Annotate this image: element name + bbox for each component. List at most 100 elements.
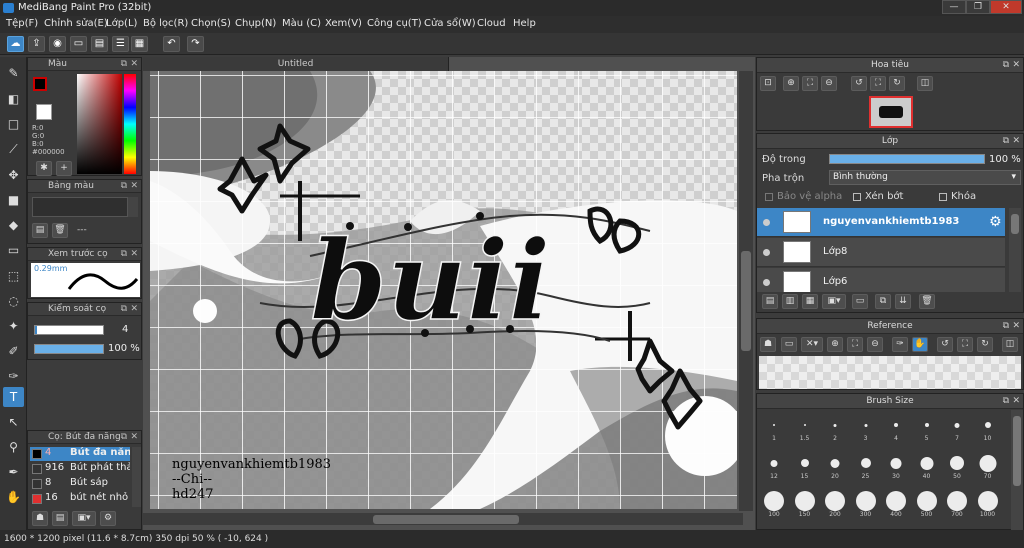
visibility-icon[interactable] xyxy=(763,279,770,286)
brush-size-option[interactable]: 400 xyxy=(881,488,911,518)
chat-icon[interactable]: ▭ xyxy=(70,36,87,52)
gear-icon[interactable]: ⚙ xyxy=(989,214,1002,230)
operation-tool-icon[interactable]: ↖ xyxy=(3,412,24,432)
maximize-button[interactable]: ❐ xyxy=(966,0,990,14)
brush-add-icon[interactable]: ☗ xyxy=(32,511,48,526)
flip-icon[interactable]: ◫ xyxy=(1002,337,1018,352)
palette-swatch-area[interactable] xyxy=(32,197,128,217)
fit-window-icon[interactable]: ⛶ xyxy=(870,76,886,91)
panel-float-icon[interactable]: ⧉ xyxy=(1003,319,1009,334)
panel-close-icon[interactable]: ✕ xyxy=(1012,58,1020,73)
zoom-in-icon[interactable]: ⊕ xyxy=(783,76,799,91)
select-pen-icon[interactable]: ✐ xyxy=(3,341,24,361)
dropper-icon[interactable]: ✑ xyxy=(892,337,908,352)
rotate-left-icon[interactable]: ↺ xyxy=(937,337,953,352)
brush-opacity-slider[interactable] xyxy=(34,344,104,354)
gradient-tool-icon[interactable]: ▭ xyxy=(3,240,24,260)
new-8bit-layer-icon[interactable]: ▦ xyxy=(802,294,818,309)
undo-button[interactable]: ↶ xyxy=(163,36,180,52)
menu-layer[interactable]: Lớp(L) xyxy=(106,18,137,29)
fill-rect-tool-icon[interactable]: ■ xyxy=(3,190,24,210)
menu-color[interactable]: Màu (C) xyxy=(282,18,321,29)
brush-menu-icon[interactable]: ▣▾ xyxy=(72,511,96,526)
brush-size-option[interactable]: 200 xyxy=(820,488,850,518)
brush-tool-icon[interactable]: ✎ xyxy=(3,63,24,83)
panel-close-icon[interactable]: ✕ xyxy=(130,180,138,193)
layer-opacity-value[interactable]: 100 % xyxy=(989,154,1021,165)
panel-close-icon[interactable]: ✕ xyxy=(1012,134,1020,149)
document-tab[interactable]: Untitled xyxy=(143,57,449,71)
brush-size-option[interactable]: 150 xyxy=(790,488,820,518)
layer-menu-icon[interactable]: ▣▾ xyxy=(822,294,846,309)
brush-size-option[interactable]: 4 xyxy=(881,412,911,442)
brush-size-option[interactable]: 500 xyxy=(912,488,942,518)
panel-float-icon[interactable]: ⧉ xyxy=(1003,58,1009,73)
zoom-fit-icon[interactable]: ⊡ xyxy=(760,76,776,91)
hand-icon[interactable]: ✋ xyxy=(912,337,928,352)
menu-edit[interactable]: Chỉnh sửa(E) xyxy=(44,18,108,29)
pen-tool-icon[interactable]: ✒ xyxy=(3,462,24,482)
brush-size-option[interactable]: 700 xyxy=(942,488,972,518)
cloud-icon[interactable]: ☁ xyxy=(7,36,24,52)
panel-float-icon[interactable]: ⧉ xyxy=(1003,134,1009,149)
reference-open-icon[interactable]: ▭ xyxy=(781,337,797,352)
brush-list-item[interactable]: 8 Bút sáp xyxy=(30,477,130,491)
folder-icon[interactable]: ▭ xyxy=(852,294,868,309)
menu-window[interactable]: Cửa sổ(W) xyxy=(424,18,476,29)
rotate-right-icon[interactable]: ↻ xyxy=(977,337,993,352)
select-tool-icon[interactable]: ⬚ xyxy=(3,266,24,286)
bucket-tool-icon[interactable]: ◆ xyxy=(3,215,24,235)
brush-size-option[interactable]: 15 xyxy=(790,450,820,480)
delete-layer-icon[interactable]: 🗑 xyxy=(919,294,935,309)
canvas-vertical-scrollbar[interactable] xyxy=(739,71,753,511)
layer-opacity-slider[interactable] xyxy=(829,154,985,164)
menu-tools[interactable]: Công cụ(T) xyxy=(367,18,422,29)
panel-float-icon[interactable]: ⧉ xyxy=(121,180,127,193)
shape-tool-icon[interactable]: □ xyxy=(3,114,24,134)
swap-colors-icon[interactable]: ✱ xyxy=(36,161,52,176)
rotate-left-icon[interactable]: ↺ xyxy=(851,76,867,91)
palette-delete-icon[interactable]: 🗑 xyxy=(52,223,68,238)
menu-file[interactable]: Tệp(F) xyxy=(6,18,38,29)
brush-size-scrollbar[interactable] xyxy=(1011,410,1023,530)
drawing-canvas[interactable]: buii nguyenvankhiemtb1983 --Chi-- hd247 xyxy=(150,71,737,509)
merge-layer-icon[interactable]: ⇊ xyxy=(895,294,911,309)
visibility-icon[interactable] xyxy=(763,249,770,256)
layer-scrollbar[interactable] xyxy=(1009,208,1021,292)
new-halftone-layer-icon[interactable]: ▥ xyxy=(782,294,798,309)
zoom-actual-icon[interactable]: ⛶ xyxy=(847,337,863,352)
panel-close-icon[interactable]: ✕ xyxy=(130,431,138,444)
brush-size-option[interactable]: 1000 xyxy=(973,488,1003,518)
select-eraser-icon[interactable]: ✑ xyxy=(3,366,24,386)
panel-close-icon[interactable]: ✕ xyxy=(1012,394,1020,409)
move-tool-icon[interactable]: ✥ xyxy=(3,165,24,185)
zoom-actual-icon[interactable]: ⛶ xyxy=(802,76,818,91)
visibility-icon[interactable] xyxy=(763,219,770,226)
brush-size-option[interactable]: 7 xyxy=(942,412,972,442)
brush-size-option[interactable]: 3 xyxy=(851,412,881,442)
line-tool-icon[interactable]: ⟋ xyxy=(3,139,24,159)
panel-close-icon[interactable]: ✕ xyxy=(130,58,138,71)
brush-size-option[interactable]: 20 xyxy=(820,450,850,480)
brush-list-item[interactable]: 16 bút nét nhỏ xyxy=(30,492,130,506)
comment-icon[interactable]: ◉ xyxy=(49,36,66,52)
menu-capture[interactable]: Chụp(N) xyxy=(235,18,276,29)
panel-float-icon[interactable]: ⧉ xyxy=(121,303,127,316)
panel-close-icon[interactable]: ✕ xyxy=(130,303,138,316)
protect-alpha-checkbox[interactable] xyxy=(765,193,773,201)
brush-settings-icon[interactable]: ⚙ xyxy=(100,511,116,526)
layer-row[interactable]: Lớp6 xyxy=(757,268,1005,292)
brush-size-option[interactable]: 300 xyxy=(851,488,881,518)
rotate-right-icon[interactable]: ↻ xyxy=(889,76,905,91)
brush-size-value[interactable]: 4 xyxy=(122,324,128,335)
layer-row[interactable]: Lớp8 xyxy=(757,238,1005,267)
palette-scrollbar[interactable] xyxy=(128,197,138,217)
brush-size-option[interactable]: 50 xyxy=(942,450,972,480)
clipping-checkbox[interactable] xyxy=(853,193,861,201)
brush-size-option[interactable]: 70 xyxy=(973,450,1003,480)
new-layer-icon[interactable]: ▤ xyxy=(762,294,778,309)
brush-size-option[interactable]: 1 xyxy=(759,412,789,442)
lock-checkbox[interactable] xyxy=(939,193,947,201)
brush-size-option[interactable]: 100 xyxy=(759,488,789,518)
grid-icon[interactable]: ▦ xyxy=(131,36,148,52)
